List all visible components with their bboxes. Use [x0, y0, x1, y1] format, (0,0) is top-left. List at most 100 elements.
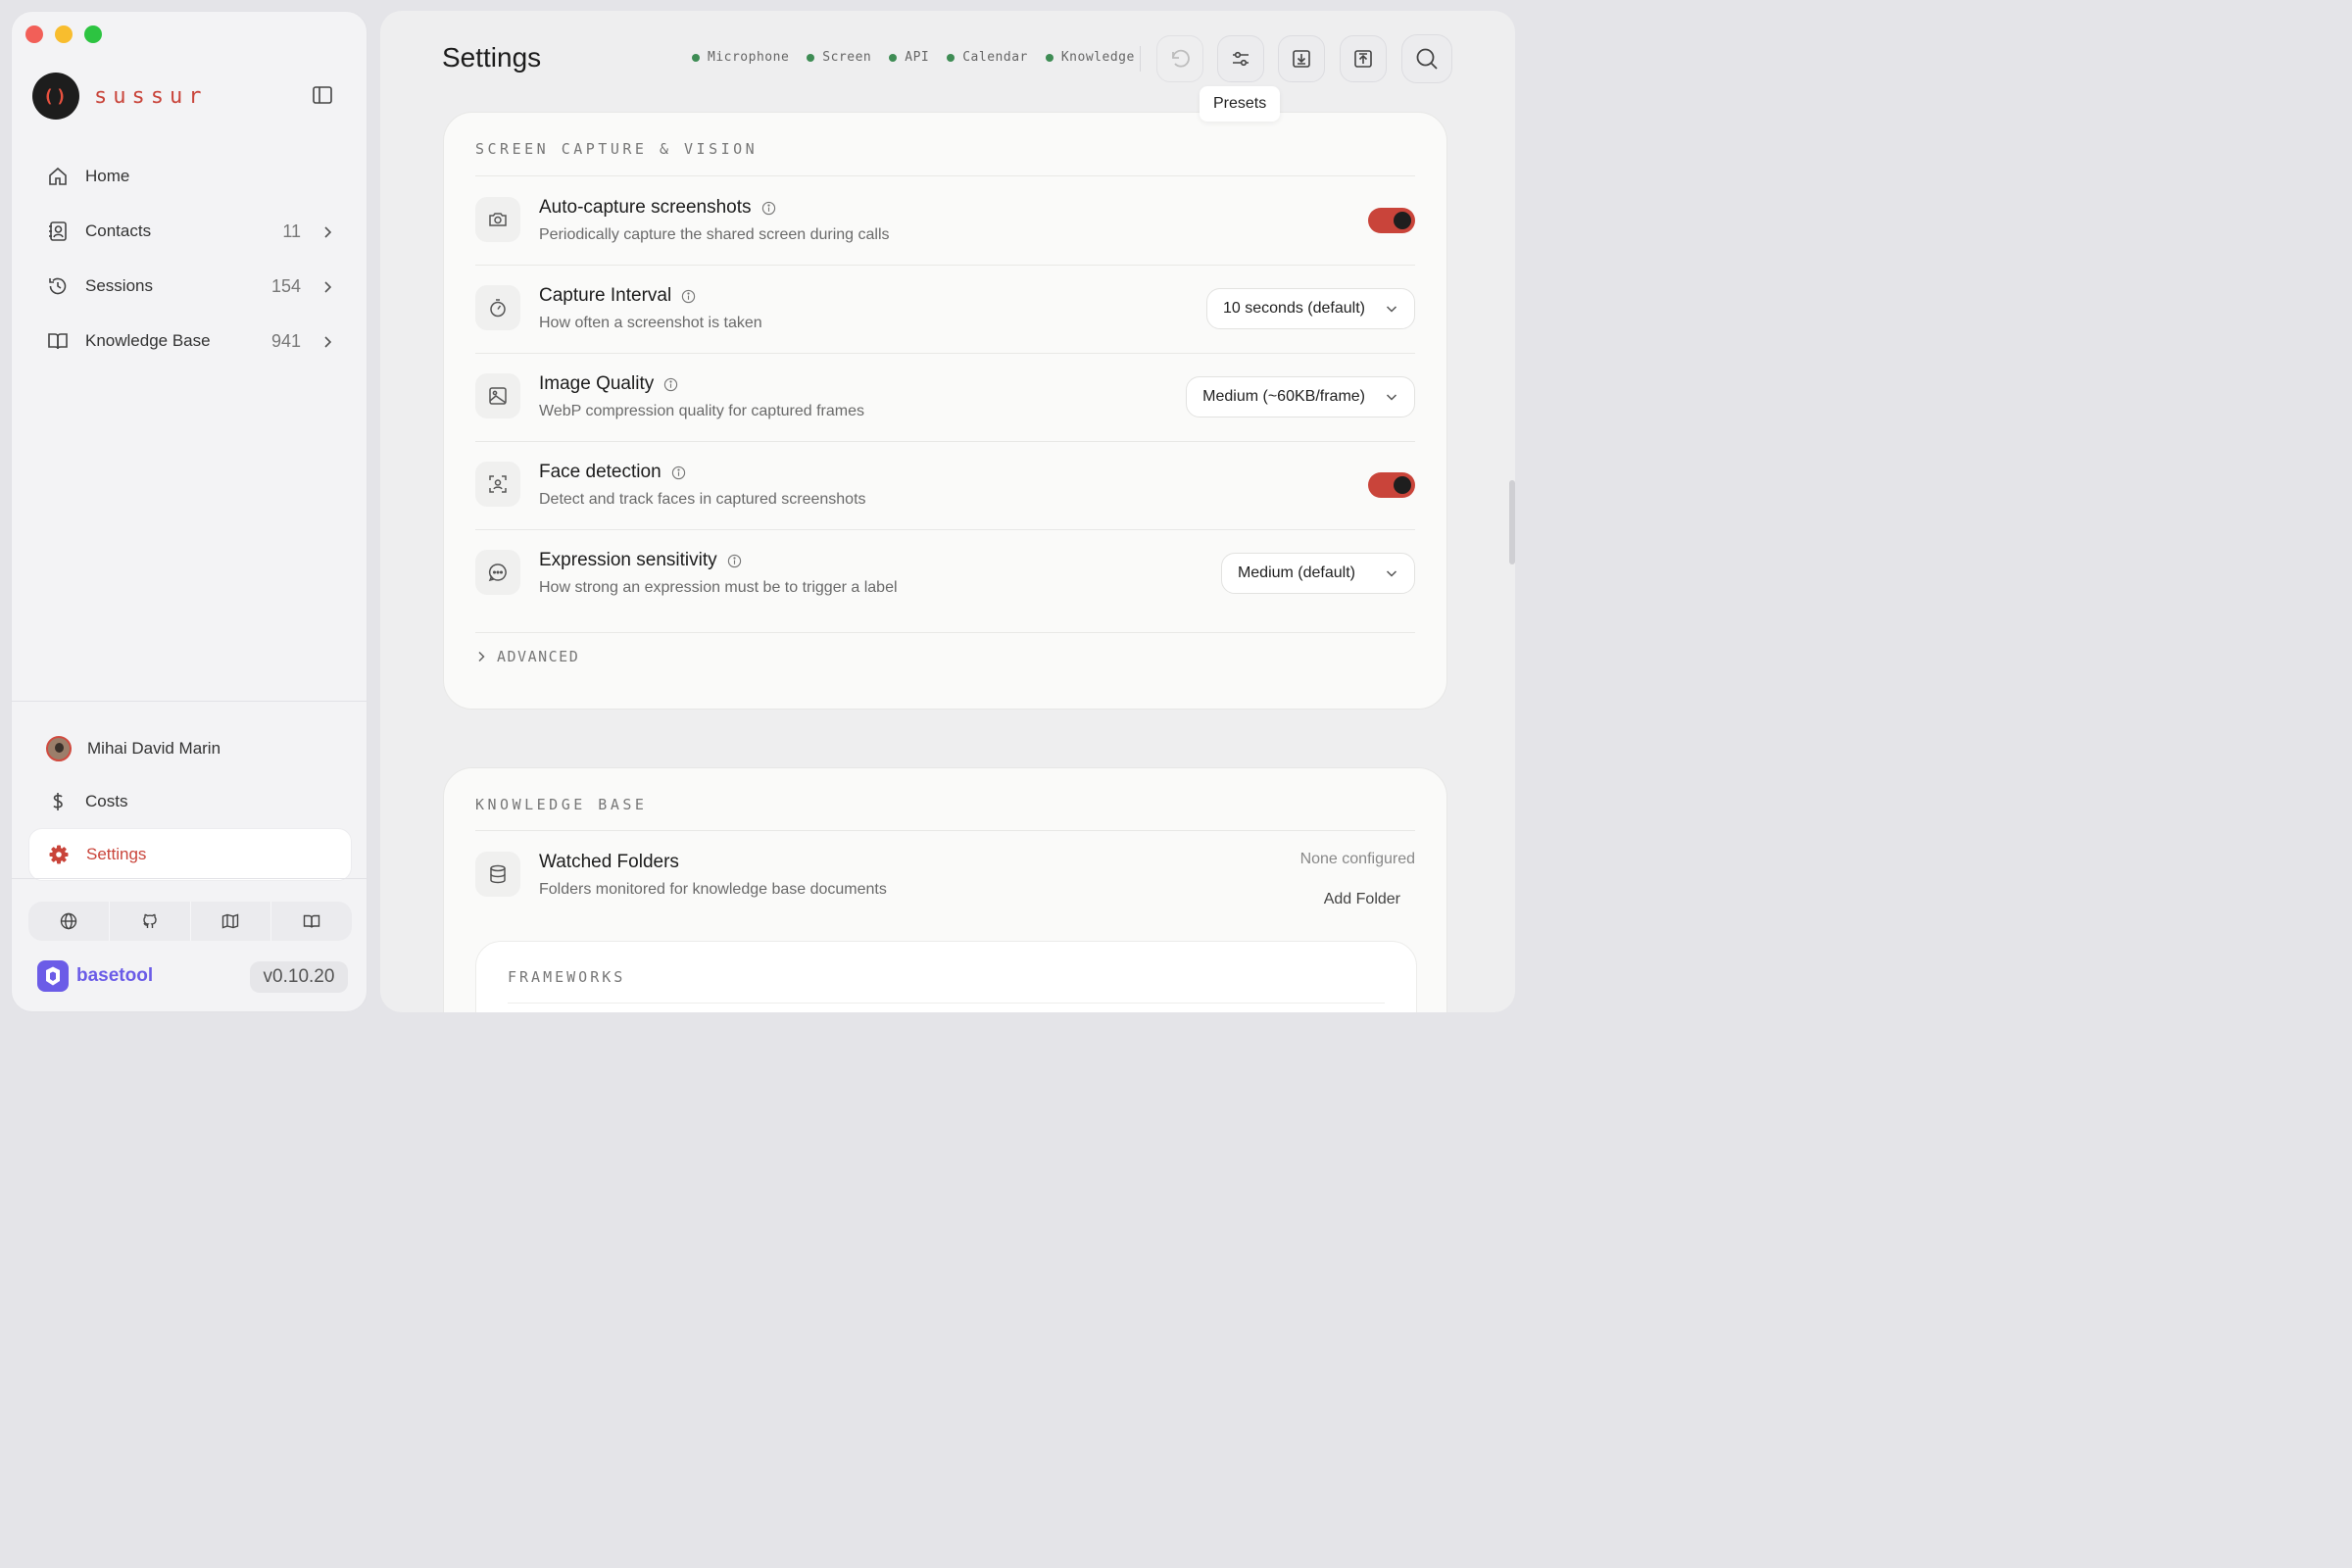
main-nav: Home Contacts 11 Sessions 154 Knowledge …: [28, 149, 352, 368]
download-icon: [1293, 50, 1310, 68]
setting-image-quality: Image Quality WebP compression quality f…: [475, 353, 1415, 441]
chevron-right-icon[interactable]: [320, 279, 334, 293]
upload-icon: [1354, 50, 1372, 68]
setting-face-detection: Face detection Detect and track faces in…: [475, 441, 1415, 529]
setting-auto-capture: Auto-capture screenshots Periodically ca…: [475, 176, 1415, 265]
chevron-right-icon[interactable]: [320, 224, 334, 238]
info-icon[interactable]: [671, 466, 686, 480]
image-quality-select[interactable]: Medium (~60KB/frame): [1186, 376, 1415, 417]
camera-icon: [475, 197, 520, 242]
sidebar-item-costs[interactable]: Costs: [28, 775, 352, 828]
setting-description: Detect and track faces in captured scree…: [539, 491, 866, 508]
sidebar-item-knowledge-base[interactable]: Knowledge Base 941: [28, 314, 352, 368]
status-label: Knowledge: [1060, 50, 1135, 65]
sidebar-item-settings[interactable]: Settings: [28, 828, 352, 881]
auto-capture-toggle[interactable]: [1368, 208, 1415, 233]
info-icon[interactable]: [681, 289, 696, 304]
import-button[interactable]: [1278, 35, 1325, 82]
capture-interval-select[interactable]: 10 seconds (default): [1206, 288, 1415, 329]
item-count: 11: [282, 220, 301, 241]
add-folder-button[interactable]: Add Folder: [1324, 891, 1400, 908]
advanced-label: ADVANCED: [497, 648, 580, 665]
toolbar-divider: [1140, 46, 1141, 72]
status-api: API: [889, 50, 929, 65]
section-title: SCREEN CAPTURE & VISION: [475, 140, 759, 158]
info-icon[interactable]: [663, 377, 678, 392]
export-button[interactable]: [1340, 35, 1387, 82]
info-icon[interactable]: [761, 201, 776, 216]
sidebar-item-label: Costs: [85, 792, 128, 810]
globe-icon[interactable]: [28, 902, 110, 941]
setting-description: WebP compression quality for captured fr…: [539, 403, 865, 419]
status-indicators: Microphone Screen API Calendar Knowledge: [692, 50, 1135, 65]
setting-title-text: Capture Interval: [539, 285, 672, 306]
sidebar-item-sessions[interactable]: Sessions 154: [28, 259, 352, 314]
status-dot: [807, 53, 815, 62]
expression-sensitivity-select[interactable]: Medium (default): [1220, 553, 1415, 594]
sidebar-divider: [12, 701, 367, 702]
user-profile[interactable]: Mihai David Marin: [28, 722, 352, 775]
section-title: KNOWLEDGE BASE: [475, 796, 648, 813]
minimize-window-button[interactable]: [55, 25, 73, 43]
undo-button[interactable]: [1156, 35, 1203, 82]
sidebar-item-contacts[interactable]: Contacts 11: [28, 204, 352, 259]
status-dot: [692, 53, 700, 62]
chat-bubble-icon: [475, 550, 520, 595]
item-count: 941: [270, 330, 301, 351]
info-icon[interactable]: [727, 554, 742, 568]
item-count: 154: [270, 275, 301, 296]
basetool-logo-icon: [37, 960, 69, 992]
sidebar-item-label: Contacts: [85, 221, 152, 240]
setting-title-text: Image Quality: [539, 373, 655, 394]
setting-description: Periodically capture the shared screen d…: [539, 226, 890, 243]
window-controls: [25, 25, 102, 43]
logo-mark: (): [32, 73, 79, 120]
history-icon: [46, 274, 70, 298]
status-label: Screen: [822, 50, 872, 65]
presets-button[interactable]: [1217, 35, 1264, 82]
toggle-knob: [1394, 212, 1411, 229]
map-icon[interactable]: [191, 902, 272, 941]
setting-title-text: Face detection: [539, 462, 662, 482]
select-value: Medium (~60KB/frame): [1202, 388, 1365, 405]
sidebar-toggle-icon[interactable]: [312, 84, 335, 108]
brand-name: basetool: [76, 965, 154, 986]
basetool-brand[interactable]: basetool: [37, 960, 153, 992]
home-icon: [46, 165, 70, 188]
sidebar-divider: [12, 878, 367, 879]
undo-icon: [1172, 49, 1190, 68]
knowledge-base-card: KNOWLEDGE BASE Watched Folders Folders m…: [443, 767, 1447, 1012]
image-icon: [475, 373, 520, 418]
bottom-nav: Mihai David Marin Costs Settings: [28, 722, 352, 881]
setting-title: Watched Folders: [539, 852, 679, 872]
search-icon: [1416, 48, 1438, 70]
app-logo: () sussur: [32, 73, 207, 120]
sidebar-item-home[interactable]: Home: [28, 149, 352, 204]
timer-icon: [475, 285, 520, 330]
sidebar-item-label: Home: [85, 167, 130, 185]
logo-text: sussur: [94, 83, 208, 109]
face-detection-toggle[interactable]: [1368, 472, 1415, 498]
frameworks-card: FRAMEWORKS: [475, 941, 1417, 1012]
scrollbar[interactable]: [1509, 480, 1515, 564]
search-button[interactable]: [1401, 34, 1452, 83]
setting-title: Capture Interval: [539, 285, 696, 307]
contacts-icon: [46, 220, 70, 243]
close-window-button[interactable]: [25, 25, 43, 43]
advanced-toggle[interactable]: ADVANCED: [475, 648, 579, 665]
status-calendar: Calendar: [947, 50, 1028, 65]
github-icon[interactable]: [110, 902, 191, 941]
setting-description: How strong an expression must be to trig…: [539, 579, 898, 596]
database-icon: [475, 852, 520, 897]
book-icon: [46, 329, 70, 353]
maximize-window-button[interactable]: [84, 25, 102, 43]
chevron-down-icon: [1386, 306, 1397, 313]
status-microphone: Microphone: [692, 50, 789, 65]
status-label: Calendar: [962, 50, 1028, 65]
dollar-icon: [46, 790, 70, 813]
setting-description: Folders monitored for knowledge base doc…: [539, 881, 887, 898]
select-value: 10 seconds (default): [1223, 300, 1365, 317]
docs-icon[interactable]: [271, 902, 352, 941]
chevron-right-icon[interactable]: [320, 334, 334, 348]
setting-title: Auto-capture screenshots: [539, 197, 776, 219]
